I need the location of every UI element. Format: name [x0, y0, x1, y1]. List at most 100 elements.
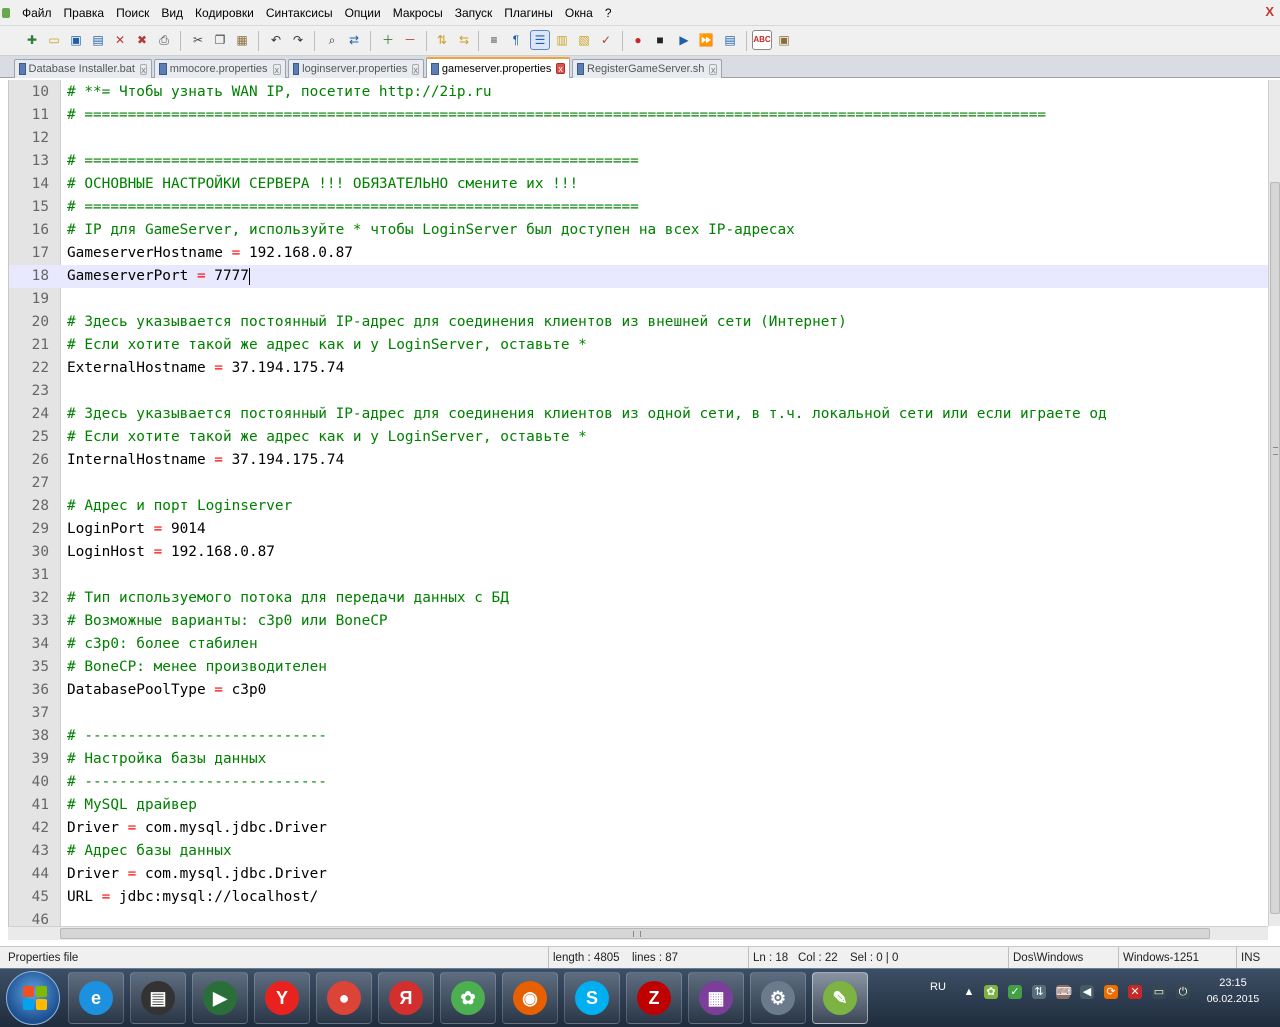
tab-mmocore-properties[interactable]: mmocore.properties x — [154, 59, 286, 78]
tab-close-icon[interactable]: x — [272, 63, 281, 75]
code-line[interactable]: 16 # IP для GameServer, используйте * что… — [9, 219, 1268, 242]
code-line[interactable]: 14 # ОСНОВНЫЕ НАСТРОЙКИ СЕРВЕРА !!! ОБЯЗА… — [9, 173, 1268, 196]
tab-registergameserver-sh[interactable]: RegisterGameServer.sh x — [572, 59, 722, 78]
code-line[interactable]: 12 — [9, 127, 1268, 150]
code-line[interactable]: 27 — [9, 472, 1268, 495]
save-all-icon[interactable]: ▤ — [88, 30, 108, 50]
taskbar-skype[interactable]: S — [564, 972, 620, 1024]
security-tray-icon[interactable]: ✓ — [1008, 985, 1022, 999]
paste-icon[interactable]: ▦ — [232, 30, 252, 50]
tab-close-icon[interactable]: x — [556, 63, 565, 74]
power-tray-icon[interactable]: ⏻ — [1176, 985, 1190, 999]
sync-horizontal-icon[interactable]: ⇆ — [454, 30, 474, 50]
menu-item[interactable]: Файл — [16, 0, 58, 26]
code-line[interactable]: 22 ExternalHostname = 37.194.175.74 — [9, 357, 1268, 380]
zoom-out-icon[interactable]: － — [400, 30, 420, 50]
code-line[interactable]: 17 GameserverHostname = 192.168.0.87 — [9, 242, 1268, 265]
code-line[interactable]: 15 # ====================================… — [9, 196, 1268, 219]
sync-vertical-icon[interactable]: ⇅ — [432, 30, 452, 50]
copy-icon[interactable]: ❐ — [210, 30, 230, 50]
alert-tray-icon[interactable]: ✕ — [1128, 985, 1142, 999]
menu-item[interactable]: Кодировки — [189, 0, 260, 26]
code-line[interactable]: 42 Driver = com.mysql.jdbc.Driver — [9, 817, 1268, 840]
function-list-icon[interactable]: ✓ — [596, 30, 616, 50]
tab-close-icon[interactable]: x — [412, 63, 419, 75]
close-all-icon[interactable]: ✖ — [132, 30, 152, 50]
start-button[interactable] — [6, 971, 60, 1025]
code-line[interactable]: 28 # Адрес и порт Loginserver — [9, 495, 1268, 518]
code-line[interactable]: 43 # Адрес базы данных — [9, 840, 1268, 863]
open-file-icon[interactable]: ▭ — [44, 30, 64, 50]
language-icon[interactable]: ▥ — [552, 30, 572, 50]
tab-gameserver-properties[interactable]: gameserver.properties x — [426, 57, 570, 78]
spell-check-icon[interactable]: ABC — [752, 30, 772, 50]
menu-item[interactable]: Правка — [58, 0, 111, 26]
clock[interactable]: 23:15 06.02.2015 — [1198, 975, 1268, 1007]
code-line[interactable]: 26 InternalHostname = 37.194.175.74 — [9, 449, 1268, 472]
taskbar-chrome[interactable]: ● — [316, 972, 372, 1024]
vertical-scroll-thumb[interactable] — [1270, 182, 1280, 914]
find-icon[interactable]: ⌕ — [322, 30, 342, 50]
updater-tray-icon[interactable]: ⟳ — [1104, 985, 1118, 999]
code-line[interactable]: 35 # BoneCP: менее производителен — [9, 656, 1268, 679]
taskbar-printer[interactable]: ▤ — [130, 972, 186, 1024]
code-line[interactable]: 29 LoginPort = 9014 — [9, 518, 1268, 541]
code-line[interactable]: 36 DatabasePoolType = c3p0 — [9, 679, 1268, 702]
code-line[interactable]: 37 — [9, 702, 1268, 725]
menu-item[interactable]: Синтаксисы — [260, 0, 339, 26]
code-line[interactable]: 46 — [9, 909, 1268, 926]
code-line[interactable]: 34 # c3p0: более стабилен — [9, 633, 1268, 656]
new-file-icon[interactable]: ✚ — [22, 30, 42, 50]
taskbar-firefox[interactable]: ◉ — [502, 972, 558, 1024]
show-hidden-icons-icon[interactable]: ▲ — [962, 985, 976, 999]
tab-loginserver-properties[interactable]: loginserver.properties x — [288, 59, 424, 78]
taskbar-internet-explorer[interactable]: e — [68, 972, 124, 1024]
code-line[interactable]: 33 # Возможные варианты: c3p0 или BoneCP — [9, 610, 1268, 633]
indent-guide-icon[interactable]: ☰ — [530, 30, 550, 50]
horizontal-scrollbar[interactable] — [8, 926, 1268, 940]
taskbar-game-client[interactable]: ⚙ — [750, 972, 806, 1024]
tab-database-installer[interactable]: Database Installer.bat x — [14, 59, 152, 78]
record-macro-icon[interactable]: ● — [628, 30, 648, 50]
code-line[interactable]: 39 # Настройка базы данных — [9, 748, 1268, 771]
menu-item[interactable]: ? — [599, 0, 618, 26]
vertical-scrollbar[interactable] — [1268, 80, 1280, 926]
save-icon[interactable]: ▣ — [66, 30, 86, 50]
taskbar-icq[interactable]: ✿ — [440, 972, 496, 1024]
save-macro-icon[interactable]: ▤ — [720, 30, 740, 50]
horizontal-scroll-thumb[interactable] — [60, 928, 1210, 939]
code-line[interactable]: 19 — [9, 288, 1268, 311]
menu-item[interactable]: Опции — [339, 0, 387, 26]
close-document-icon[interactable]: X — [1265, 4, 1274, 19]
menu-item[interactable]: Плагины — [498, 0, 559, 26]
menu-item[interactable]: Поиск — [110, 0, 155, 26]
network-tray-icon[interactable]: ⇅ — [1032, 985, 1046, 999]
word-wrap-icon[interactable]: ≡ — [484, 30, 504, 50]
language-indicator[interactable]: RU — [930, 981, 946, 993]
code-line[interactable]: 10 # **= Чтобы узнать WAN IP, посетите ht… — [9, 81, 1268, 104]
display-tray-icon[interactable]: ▭ — [1152, 985, 1166, 999]
code-line[interactable]: 20 # Здесь указывается постоянный IP-адре… — [9, 311, 1268, 334]
code-line[interactable]: 31 — [9, 564, 1268, 587]
code-line[interactable]: 25 # Если хотите такой же адрес как и у L… — [9, 426, 1268, 449]
document-map-icon[interactable]: ▧ — [574, 30, 594, 50]
menu-item[interactable]: Макросы — [387, 0, 449, 26]
taskbar-yandex-browser[interactable]: Y — [254, 972, 310, 1024]
code-line[interactable]: 30 LoginHost = 192.168.0.87 — [9, 541, 1268, 564]
code-line[interactable]: 21 # Если хотите такой же адрес как и у L… — [9, 334, 1268, 357]
replace-icon[interactable]: ⇄ — [344, 30, 364, 50]
code-line[interactable]: 38 # ---------------------------- — [9, 725, 1268, 748]
code-line[interactable]: 11 # ====================================… — [9, 104, 1268, 127]
code-line[interactable]: 44 Driver = com.mysql.jdbc.Driver — [9, 863, 1268, 886]
undo-icon[interactable]: ↶ — [266, 30, 286, 50]
code-line[interactable]: 41 # MySQL драйвер — [9, 794, 1268, 817]
tab-close-icon[interactable]: x — [709, 63, 717, 75]
taskbar-notepad-plus-plus[interactable]: ✎ — [812, 972, 868, 1024]
taskbar-yandex[interactable]: Я — [378, 972, 434, 1024]
tab-close-icon[interactable]: x — [139, 63, 147, 75]
taskbar-winrar[interactable]: ▦ — [688, 972, 744, 1024]
redo-icon[interactable]: ↷ — [288, 30, 308, 50]
code-line[interactable]: 24 # Здесь указывается постоянный IP-адре… — [9, 403, 1268, 426]
close-file-icon[interactable]: ✕ — [110, 30, 130, 50]
code-line[interactable]: 13 # ====================================… — [9, 150, 1268, 173]
